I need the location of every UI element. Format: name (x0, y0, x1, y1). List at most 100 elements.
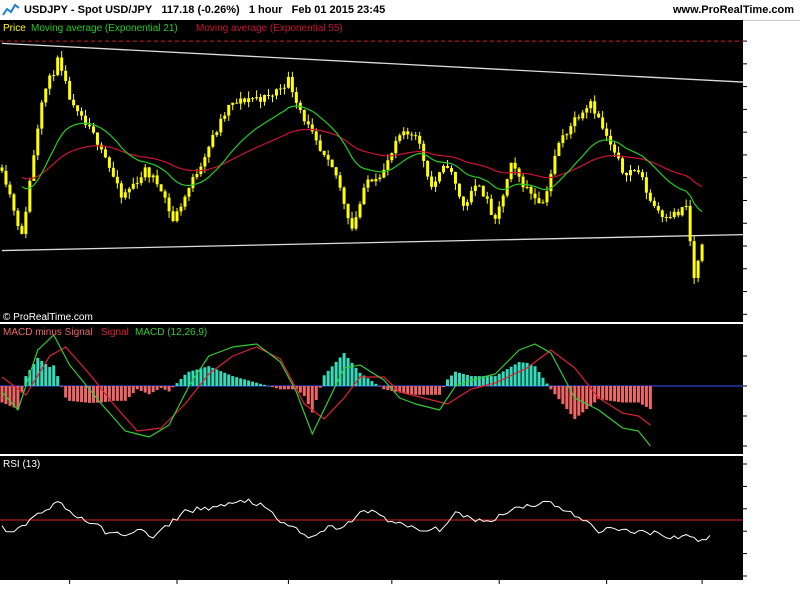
candle-body (263, 94, 267, 102)
candle-body (302, 109, 306, 122)
legend-ema21: Moving average (Exponential 21) (31, 23, 178, 34)
macd-histogram-bar (414, 386, 418, 395)
candle-body (692, 241, 696, 278)
candle-body (565, 134, 569, 136)
macd-histogram-bar (493, 376, 497, 386)
candle-body (688, 205, 692, 242)
macd-histogram-bar (119, 386, 123, 401)
candle-body (418, 135, 422, 144)
macd-histogram-bar (286, 386, 290, 390)
candle-body (28, 180, 32, 212)
candle-body (660, 210, 664, 217)
candle-body (111, 167, 115, 177)
candle-body (211, 135, 215, 147)
candle-body (386, 160, 390, 170)
macd-histogram-bar (418, 386, 422, 395)
candle-body (171, 211, 175, 222)
website-label: www.ProRealTime.com (672, 4, 794, 16)
macd-histogram-bar (274, 386, 278, 389)
candle-body (259, 97, 263, 102)
macd-histogram-bar (545, 383, 549, 386)
candle-body (414, 135, 418, 137)
macd-histogram-bar (318, 386, 322, 388)
candle-body (68, 80, 72, 100)
candle-body (235, 102, 239, 104)
candle-body (56, 57, 60, 76)
macd-histogram-bar (60, 386, 64, 387)
macd-histogram-bar (314, 386, 318, 401)
candle-body (453, 171, 457, 184)
candle-body (449, 167, 453, 172)
macd-histogram-bar (632, 386, 636, 403)
macd-histogram-bar (636, 386, 640, 403)
macd-histogram-bar (111, 386, 115, 401)
macd-histogram-bar (167, 386, 171, 392)
candle-body (52, 75, 56, 77)
chart-canvas[interactable]: Price Moving average (Exponential 21) Mo… (0, 20, 800, 600)
candle-body (477, 185, 481, 187)
macd-histogram-bar (330, 366, 334, 386)
macd-histogram-bar (406, 386, 410, 394)
instrument-info: USDJPY - Spot USD/JPY 117.18 (-0.26%) 1 … (24, 4, 385, 16)
macd-histogram-bar (115, 386, 119, 401)
candle-body (48, 75, 52, 89)
legend-macd-minus-signal: MACD minus Signal (3, 327, 92, 338)
price-legend: Price Moving average (Exponential 21) Mo… (3, 23, 343, 34)
macd-histogram-bar (64, 386, 68, 398)
macd-histogram-bar (473, 376, 477, 386)
macd-histogram-bar (259, 383, 263, 386)
macd-histogram-bar (525, 362, 529, 386)
last-price-label: 117.18 (161, 4, 195, 16)
price-axis (743, 40, 747, 315)
candle-body (700, 244, 704, 261)
macd-histogram-bar (601, 386, 605, 400)
macd-legend: MACD minus Signal Signal MACD (12,26,9) (3, 327, 207, 338)
candle-body (545, 191, 549, 203)
macd-histogram-bar (537, 371, 541, 386)
candle-body (648, 192, 652, 201)
candle-body (621, 158, 625, 173)
candle-body (91, 126, 95, 133)
macd-histogram-bar (147, 386, 151, 395)
macd-histogram-bar (183, 374, 187, 386)
macd-histogram-bar (143, 386, 147, 393)
candle-body (318, 140, 322, 151)
candle-body (131, 183, 135, 189)
macd-histogram-bar (422, 386, 426, 395)
candle-body (227, 104, 231, 116)
macd-histogram-bar (68, 386, 72, 401)
candle-body (446, 165, 450, 168)
candle-body (680, 207, 684, 216)
macd-histogram-bar (609, 386, 613, 401)
datetime-label: Feb 01 2015 23:45 (291, 4, 386, 16)
macd-histogram-bar (557, 386, 561, 400)
candle-body (358, 204, 362, 218)
macd-histogram-bar (179, 378, 183, 386)
legend-macd: MACD (12,26,9) (135, 327, 207, 338)
macd-histogram-bar (84, 386, 88, 403)
legend-signal: Signal (101, 327, 129, 338)
candle-body (159, 184, 163, 192)
candle-body (115, 176, 119, 184)
candle-body (438, 172, 442, 182)
candle-body (310, 124, 314, 132)
candle-body (465, 202, 469, 206)
macd-histogram-bar (648, 386, 652, 410)
macd-histogram-bar (382, 386, 386, 390)
rsi-panel-bg (0, 456, 743, 580)
rsi-panel: RSI (13) (0, 456, 747, 580)
macd-histogram-bar (36, 357, 40, 386)
candle-body (696, 260, 700, 278)
candle-body (430, 176, 434, 187)
macd-histogram-bar (270, 386, 274, 388)
macd-histogram-bar (139, 386, 143, 391)
macd-histogram-bar (625, 386, 629, 403)
macd-histogram-bar (163, 386, 167, 390)
candle-body (12, 194, 16, 211)
candle-body (330, 159, 334, 168)
candle-body (457, 183, 461, 197)
macd-histogram-bar (223, 372, 227, 386)
candle-body (513, 162, 517, 169)
macd-histogram-bar (306, 386, 310, 405)
description-label: - Spot USD/JPY (70, 4, 153, 16)
